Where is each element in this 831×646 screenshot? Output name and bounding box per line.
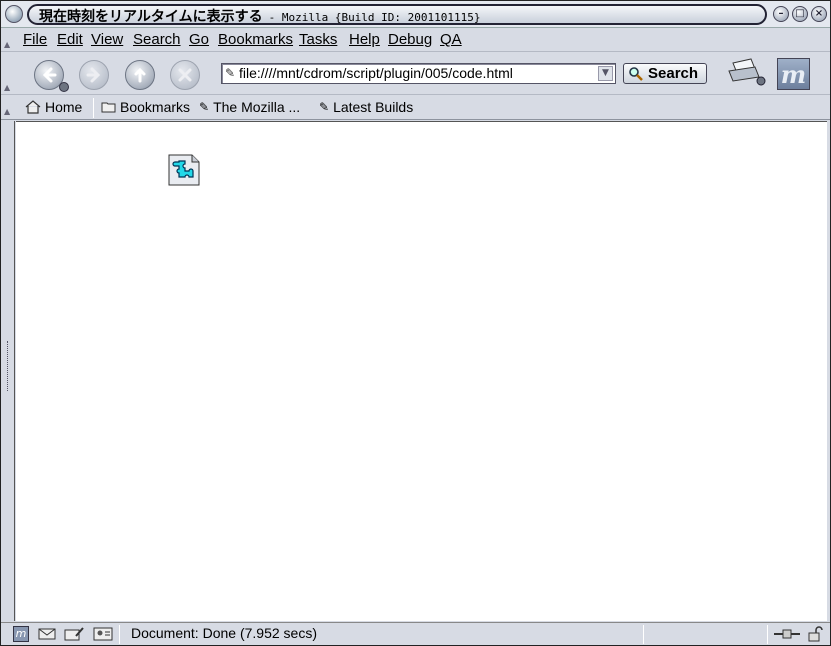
menu-edit[interactable]: Edit (57, 31, 83, 48)
sidebar-splitter[interactable] (1, 121, 15, 621)
menu-bookmarks-label: Bookmarks (218, 31, 294, 48)
maximize-icon[interactable]: □ (792, 6, 808, 22)
menu-view-label: View (91, 31, 124, 48)
menu-qa-label: QA (440, 31, 462, 48)
status-separator (643, 625, 644, 644)
menu-file[interactable]: File (23, 31, 47, 48)
menu-bookmarks[interactable]: Bookmarks (218, 31, 293, 48)
home-icon (25, 100, 41, 114)
page-content (16, 121, 827, 621)
search-button[interactable]: Search (623, 63, 707, 84)
status-text: Document: Done (7.952 secs) (131, 625, 317, 641)
window-menu-icon[interactable] (5, 5, 23, 23)
splitter-grip-icon (7, 341, 9, 391)
toolbar-separator (93, 98, 94, 118)
status-separator (767, 625, 768, 644)
bookmarks-label: Bookmarks (120, 99, 191, 115)
window-title: 現在時刻をリアルタイムに表示する - Mozilla {Build ID: 200… (39, 6, 481, 26)
bookmark-latest-builds-link[interactable]: ✎ Latest Builds (319, 99, 413, 115)
mail-icon[interactable] (38, 626, 56, 642)
security-lock-icon[interactable] (807, 626, 823, 642)
page-proxy-icon[interactable]: ✎ (225, 66, 239, 80)
mozilla-icon[interactable]: m (13, 626, 29, 642)
online-status-icon[interactable] (773, 626, 801, 642)
window-title-sub: - Mozilla {Build ID: 2001101115} (268, 11, 481, 24)
menu-help[interactable]: Help (349, 31, 380, 48)
search-button-label: Search (648, 65, 699, 82)
browser-window: 現在時刻をリアルタイムに表示する - Mozilla {Build ID: 200… (0, 0, 831, 646)
print-icon[interactable] (727, 57, 767, 87)
back-arrow-icon (42, 67, 57, 83)
status-separator (119, 625, 120, 644)
menu-view[interactable]: View (91, 31, 123, 48)
bookmark-link-icon: ✎ (199, 100, 210, 114)
menu-tasks[interactable]: Tasks (299, 31, 337, 48)
missing-plugin-icon[interactable] (168, 154, 200, 186)
menu-file-label: File (23, 31, 48, 48)
stop-button[interactable] (170, 60, 200, 90)
bookmark-latest-builds-label: Latest Builds (333, 99, 414, 115)
menu-tasks-label: Tasks (299, 31, 338, 48)
menu-search[interactable]: Search (133, 31, 181, 48)
window-title-main: 現在時刻をリアルタイムに表示する (39, 9, 263, 25)
composer-icon[interactable] (64, 626, 84, 642)
home-label: Home (45, 99, 83, 115)
title-bar: 現在時刻をリアルタイムに表示する - Mozilla {Build ID: 200… (1, 1, 830, 28)
forward-arrow-icon (86, 67, 101, 83)
bookmark-mozilla-link[interactable]: ✎ The Mozilla ... (199, 99, 300, 115)
url-history-dropdown-icon[interactable]: ▼ (598, 66, 613, 81)
reload-icon (134, 67, 146, 83)
toolbar-grip-icon[interactable]: ▲ (4, 107, 13, 116)
menu-go-label: Go (189, 31, 210, 48)
menu-edit-label: Edit (57, 31, 83, 48)
folder-icon (101, 102, 116, 113)
menu-go[interactable]: Go (189, 31, 209, 48)
stop-icon (178, 68, 192, 82)
menu-qa[interactable]: QA (440, 31, 462, 48)
menu-help-label: Help (349, 31, 380, 48)
magnifier-icon (629, 66, 643, 81)
back-history-dropdown-icon[interactable] (59, 82, 69, 92)
close-icon[interactable]: × (811, 6, 827, 22)
address-book-icon[interactable] (93, 626, 113, 642)
status-bar: m Document: Done (7.952 secs) (1, 622, 830, 645)
url-bar[interactable]: ✎ file:////mnt/cdrom/script/plugin/005/c… (221, 63, 616, 84)
url-input[interactable]: file:////mnt/cdrom/script/plugin/005/cod… (239, 65, 513, 81)
personal-toolbar: ▲ Home Bookmarks ✎ The Mozilla ... ✎ Lat… (1, 96, 830, 120)
menu-search-label: Search (133, 31, 181, 48)
toolbar-grip-icon[interactable]: ▲ (4, 83, 13, 92)
minimize-icon[interactable]: – (773, 6, 789, 22)
reload-button[interactable] (125, 60, 155, 90)
bookmark-mozilla-label: The Mozilla ... (213, 99, 301, 115)
mozilla-throbber-icon[interactable]: m (777, 58, 810, 90)
menu-debug-label: Debug (388, 31, 433, 48)
bookmark-link-icon: ✎ (319, 100, 330, 114)
toolbar-grip-icon[interactable]: ▲ (4, 40, 13, 49)
bookmarks-button[interactable]: Bookmarks (101, 99, 190, 115)
menu-debug[interactable]: Debug (388, 31, 432, 48)
menu-bar: ▲ File Edit View Search Go Bookmarks Tas… (1, 28, 830, 52)
home-button[interactable]: Home (25, 99, 82, 115)
forward-button[interactable] (79, 60, 109, 90)
